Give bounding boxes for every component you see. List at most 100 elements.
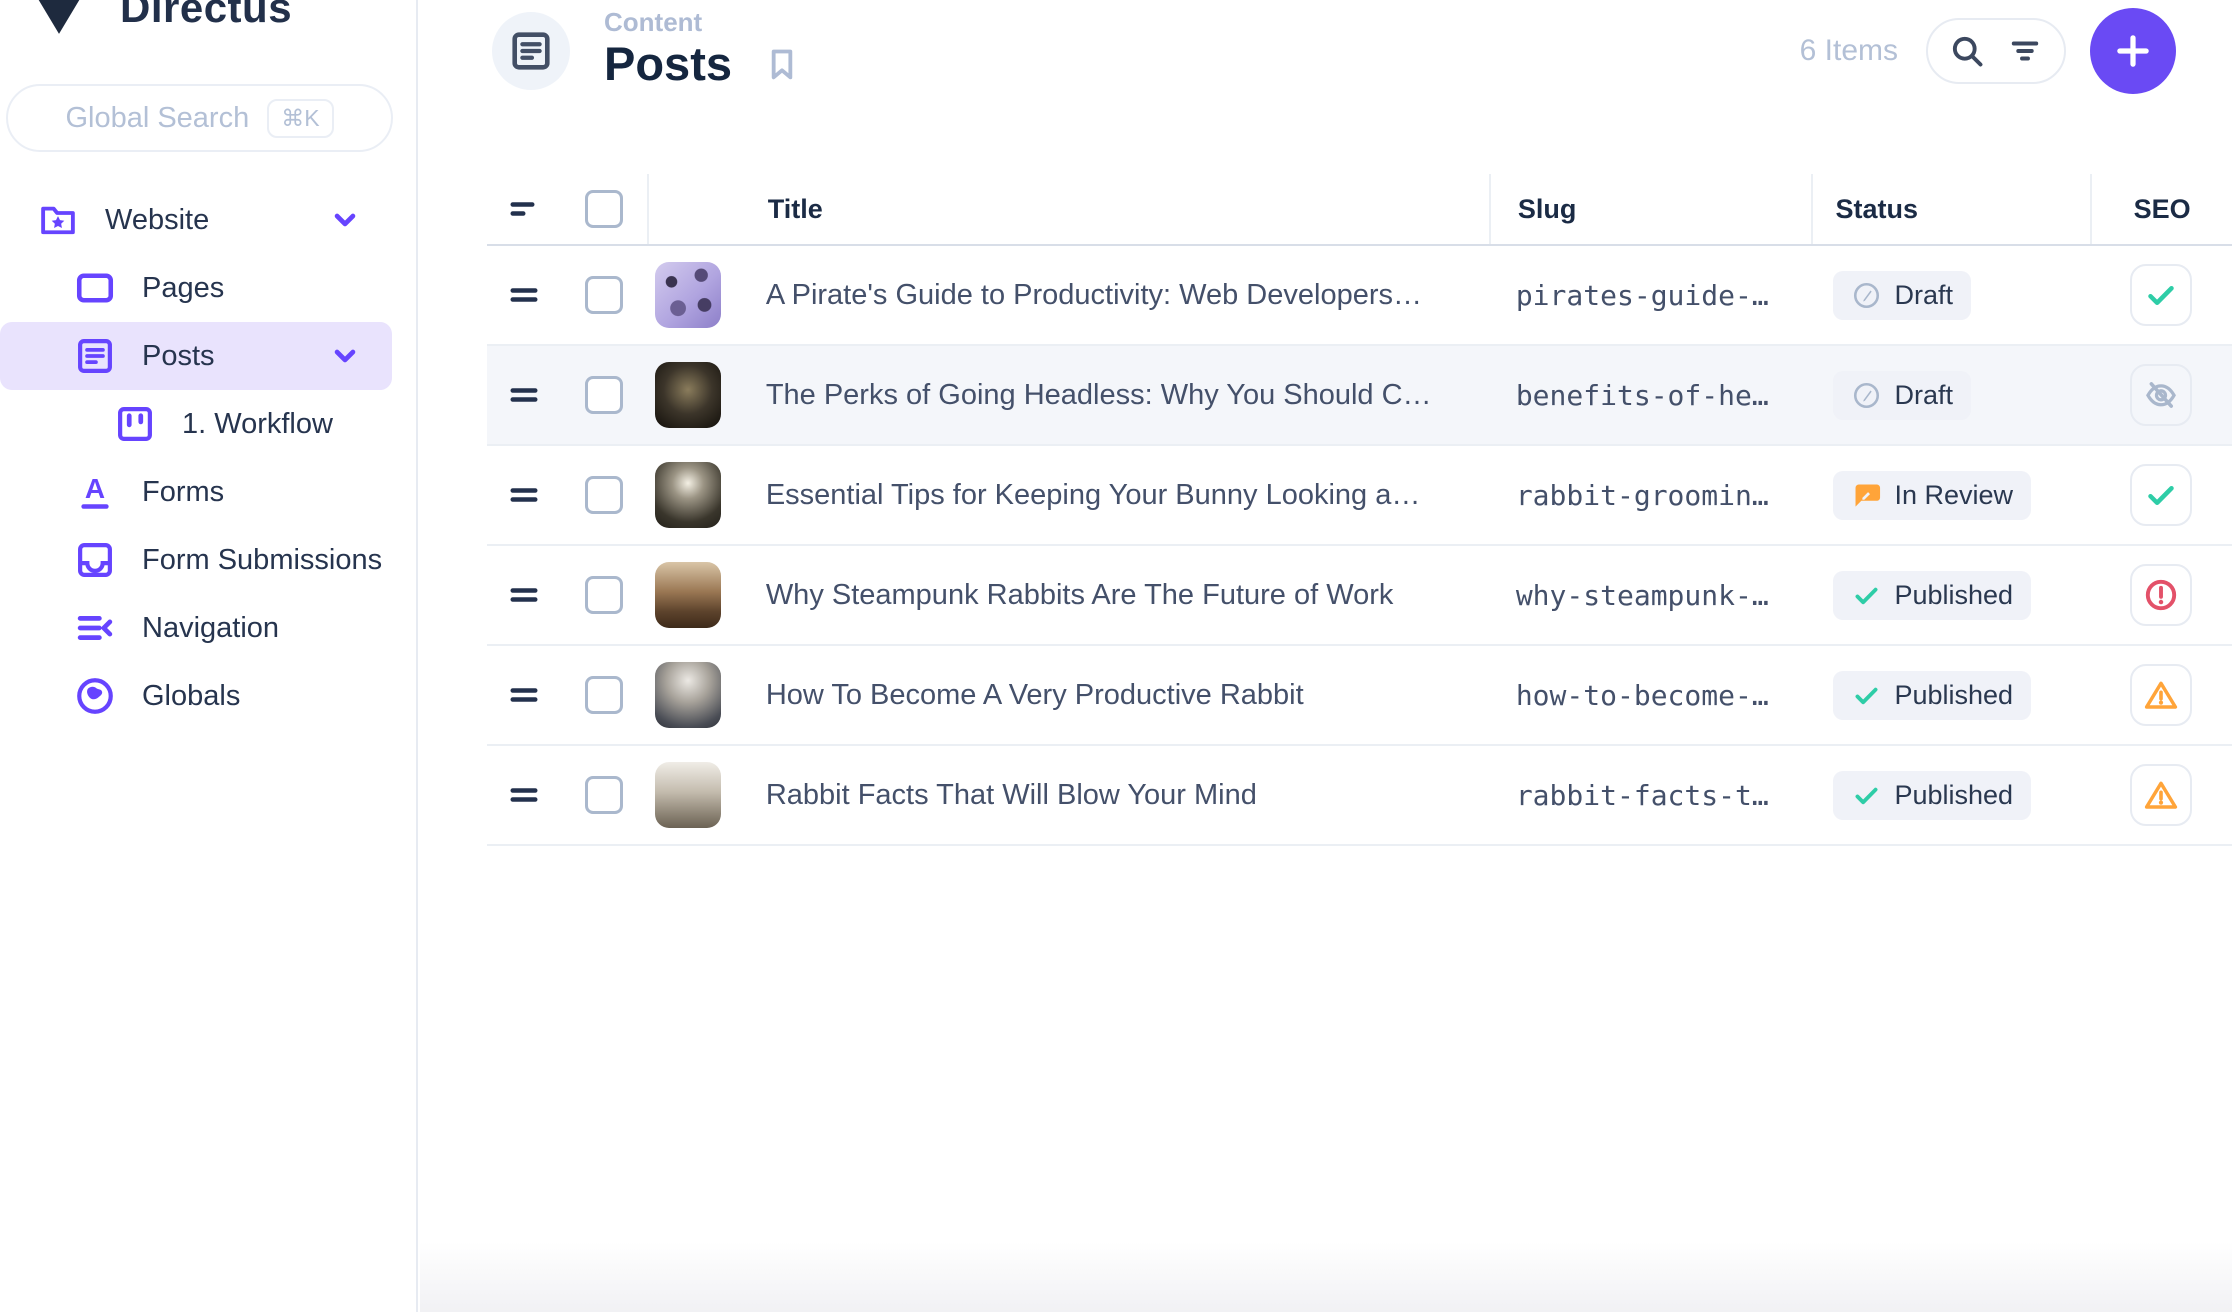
search-filter-toolbar bbox=[1926, 18, 2066, 84]
drag-handle-icon[interactable] bbox=[506, 577, 542, 613]
seo-hidden-icon bbox=[2143, 377, 2179, 413]
cell-select bbox=[562, 476, 647, 514]
status-badge: Published bbox=[1833, 571, 2031, 620]
cell-status: In Review bbox=[1810, 471, 2090, 520]
sidebar-item-posts[interactable]: Posts bbox=[0, 322, 392, 390]
cell-slug: benefits-of-he… bbox=[1489, 379, 1811, 412]
post-thumbnail-steampunk-rabbit bbox=[655, 562, 721, 628]
cell-drag bbox=[487, 477, 562, 513]
table-row[interactable]: The Perks of Going Headless: Why You Sho… bbox=[487, 346, 2232, 446]
cell-title: How To Become A Very Productive Rabbit bbox=[647, 662, 1489, 728]
sidebar-item-navigation[interactable]: Navigation bbox=[0, 594, 392, 662]
cell-seo bbox=[2090, 764, 2232, 826]
seo-warning-icon bbox=[2143, 677, 2179, 713]
sidebar-item-website[interactable]: Website bbox=[0, 186, 392, 254]
posts-table: Title Slug Status SEO A Pirate's Guide t… bbox=[487, 174, 2232, 846]
seo-warning-icon bbox=[2143, 777, 2179, 813]
table-row[interactable]: Why Steampunk Rabbits Are The Future of … bbox=[487, 546, 2232, 646]
table-body: A Pirate's Guide to Productivity: Web De… bbox=[487, 246, 2232, 846]
chevron-down-icon[interactable] bbox=[326, 201, 364, 239]
cell-seo bbox=[2090, 464, 2232, 526]
filter-icon[interactable] bbox=[2007, 33, 2043, 69]
post-slug: benefits-of-he… bbox=[1516, 379, 1769, 412]
seo-status-button[interactable] bbox=[2130, 764, 2192, 826]
row-checkbox[interactable] bbox=[585, 276, 623, 314]
global-search-input[interactable]: Global Search ⌘K bbox=[6, 84, 393, 152]
cell-slug: pirates-guide-… bbox=[1489, 279, 1811, 312]
bookmark-icon[interactable] bbox=[762, 44, 802, 84]
cell-drag bbox=[487, 277, 562, 313]
column-header-title[interactable]: Title bbox=[647, 174, 1489, 244]
drag-handle-icon[interactable] bbox=[506, 277, 542, 313]
table-row[interactable]: Rabbit Facts That Will Blow Your Mind ra… bbox=[487, 746, 2232, 846]
post-slug: pirates-guide-… bbox=[1516, 279, 1769, 312]
sidebar-item-globals[interactable]: Globals bbox=[0, 662, 392, 730]
status-draft-icon bbox=[1851, 380, 1882, 411]
cell-select bbox=[562, 676, 647, 714]
cell-title: Essential Tips for Keeping Your Bunny Lo… bbox=[647, 462, 1489, 528]
table-row[interactable]: How To Become A Very Productive Rabbit h… bbox=[487, 646, 2232, 746]
cell-title: Rabbit Facts That Will Blow Your Mind bbox=[647, 762, 1489, 828]
drag-handle-icon[interactable] bbox=[506, 377, 542, 413]
post-slug: rabbit-facts-t… bbox=[1516, 779, 1769, 812]
cell-title: The Perks of Going Headless: Why You Sho… bbox=[647, 362, 1489, 428]
status-badge: Draft bbox=[1833, 271, 1971, 320]
status-badge: Draft bbox=[1833, 371, 1971, 420]
brand-logo[interactable]: Directus bbox=[28, 0, 416, 46]
global-search-placeholder: Global Search bbox=[65, 102, 249, 135]
menu-open-icon bbox=[74, 607, 116, 649]
seo-status-button[interactable] bbox=[2130, 264, 2192, 326]
chevron-down-icon[interactable] bbox=[326, 337, 364, 375]
row-checkbox[interactable] bbox=[585, 776, 623, 814]
column-header-slug[interactable]: Slug bbox=[1489, 174, 1811, 244]
sidebar-item-forms[interactable]: Forms bbox=[0, 458, 392, 526]
cell-select bbox=[562, 276, 647, 314]
collection-icon-button[interactable] bbox=[492, 12, 570, 90]
seo-check-icon bbox=[2143, 277, 2179, 313]
row-checkbox[interactable] bbox=[585, 576, 623, 614]
cell-seo bbox=[2090, 264, 2232, 326]
row-checkbox[interactable] bbox=[585, 476, 623, 514]
seo-status-button[interactable] bbox=[2130, 364, 2192, 426]
post-title: Rabbit Facts That Will Blow Your Mind bbox=[766, 779, 1257, 812]
sidebar-item-pages[interactable]: Pages bbox=[0, 254, 392, 322]
table-row[interactable]: Essential Tips for Keeping Your Bunny Lo… bbox=[487, 446, 2232, 546]
main-content: Content Posts 6 Items bbox=[420, 0, 2232, 1312]
column-header-status[interactable]: Status bbox=[1811, 174, 2091, 244]
drag-handle-icon[interactable] bbox=[506, 777, 542, 813]
select-all-cell bbox=[562, 190, 647, 228]
directus-app: Directus Global Search ⌘K Website Pages … bbox=[0, 0, 2232, 1312]
post-slug: why-steampunk-… bbox=[1516, 579, 1769, 612]
drag-handle-icon[interactable] bbox=[506, 677, 542, 713]
row-checkbox[interactable] bbox=[585, 676, 623, 714]
seo-status-button[interactable] bbox=[2130, 664, 2192, 726]
post-thumbnail-vintage-rabbit bbox=[655, 762, 721, 828]
select-all-checkbox[interactable] bbox=[585, 190, 623, 228]
seo-status-button[interactable] bbox=[2130, 464, 2192, 526]
post-slug: how-to-become-… bbox=[1516, 679, 1769, 712]
cell-seo bbox=[2090, 664, 2232, 726]
sort-column-header[interactable] bbox=[487, 191, 562, 227]
status-badge: Published bbox=[1833, 771, 2031, 820]
seo-status-button[interactable] bbox=[2130, 564, 2192, 626]
cell-slug: how-to-become-… bbox=[1489, 679, 1811, 712]
column-header-seo[interactable]: SEO bbox=[2090, 174, 2232, 244]
search-icon[interactable] bbox=[1949, 33, 1985, 69]
cell-status: Published bbox=[1810, 771, 2090, 820]
folder-star-icon bbox=[37, 199, 79, 241]
cell-title: A Pirate's Guide to Productivity: Web De… bbox=[647, 262, 1489, 328]
table-header-row: Title Slug Status SEO bbox=[487, 174, 2232, 246]
title-block: Content Posts bbox=[604, 13, 732, 90]
cell-seo bbox=[2090, 364, 2232, 426]
sidebar-item-form-submissions[interactable]: Form Submissions bbox=[0, 526, 392, 594]
status-published-icon bbox=[1851, 780, 1882, 811]
post-thumbnail-bunny-backlit bbox=[655, 462, 721, 528]
status-badge: Published bbox=[1833, 671, 2031, 720]
sidebar-item-1-workflow[interactable]: 1. Workflow bbox=[0, 390, 392, 458]
table-row[interactable]: A Pirate's Guide to Productivity: Web De… bbox=[487, 246, 2232, 346]
kanban-icon bbox=[114, 403, 156, 445]
drag-handle-icon[interactable] bbox=[506, 477, 542, 513]
row-checkbox[interactable] bbox=[585, 376, 623, 414]
add-item-button[interactable] bbox=[2090, 8, 2176, 94]
cell-slug: rabbit-facts-t… bbox=[1489, 779, 1811, 812]
